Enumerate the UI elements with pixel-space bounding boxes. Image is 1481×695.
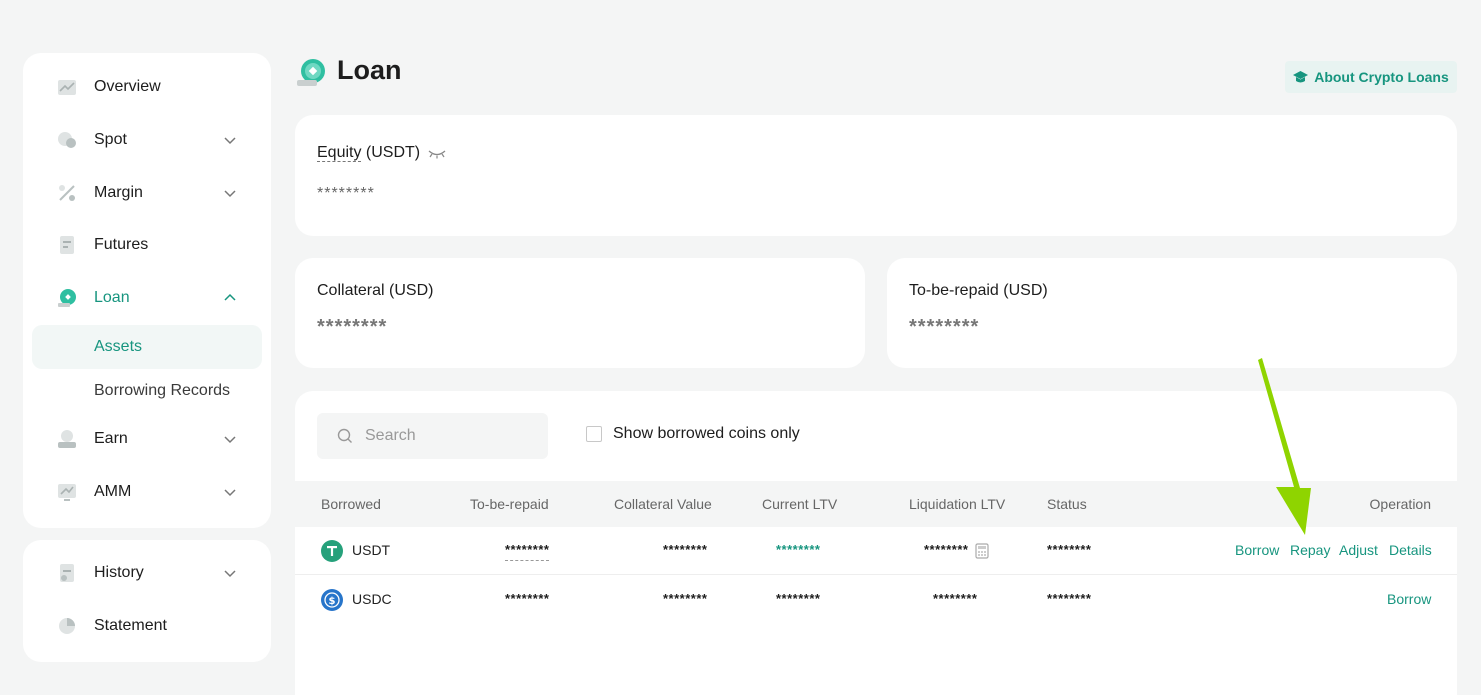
sidebar-item-label: Loan [94,289,130,306]
sidebar-item-label: Overview [94,78,161,95]
collateral-label: Collateral (USD) [317,282,434,299]
equity-label: Equity (USDT) [317,144,420,162]
collateral-value-cell: ******** [663,542,708,557]
table-row: USDT ******** ******** ******** ********… [295,527,1457,575]
repay-link[interactable]: Repay [1290,542,1330,558]
chevron-down-icon [224,489,236,497]
sidebar-item-spot[interactable]: Spot [23,120,271,160]
statement-icon [59,618,75,634]
sidebar-item-amm[interactable]: AMM [23,472,271,512]
column-header-to-be-repaid: To-be-repaid [470,496,549,512]
to-be-repaid-cell[interactable]: ******** [505,542,550,561]
sidebar-item-label: Statement [94,617,167,634]
sidebar-item-earn[interactable]: Earn [23,419,271,459]
collateral-card: Collateral (USD) ******** [295,258,865,368]
to-be-repaid-value: ******** [909,316,980,338]
chevron-down-icon [224,190,236,198]
sidebar-item-label: Earn [94,430,128,447]
calculator-icon[interactable] [975,543,989,559]
details-link[interactable]: Details [1389,542,1432,558]
equity-value: ******** [317,185,375,202]
graduation-cap-icon [1293,70,1309,82]
sidebar-subitem-label: Assets [94,338,143,355]
sidebar-item-label: Margin [94,184,143,201]
collateral-value-cell: ******** [663,591,708,606]
column-header-operation: Operation [1369,496,1431,512]
sidebar-item-label: History [94,564,144,581]
about-crypto-loans-button[interactable]: About Crypto Loans [1285,61,1457,93]
status-cell: ******** [1047,591,1092,606]
column-header-borrowed: Borrowed [321,496,381,512]
show-borrowed-only-label: Show borrowed coins only [613,425,800,442]
liquidation-ltv-cell: ******** [924,542,969,557]
svg-text:$: $ [329,596,336,607]
sidebar-subitem-borrowing-records[interactable]: Borrowing Records [32,369,262,413]
to-be-repaid-label: To-be-repaid (USD) [909,282,1048,299]
table-header: Borrowed To-be-repaid Collateral Value C… [295,481,1457,527]
current-ltv-cell: ******** [776,591,821,606]
page-title: Loan [337,55,402,85]
equity-card: Equity (USDT) ******** [295,115,1457,236]
sidebar-item-label: AMM [94,483,132,500]
loan-icon [58,289,76,307]
sidebar-item-label: Futures [94,236,149,253]
borrow-link[interactable]: Borrow [1235,542,1279,558]
coin-name: USDT [352,542,391,558]
column-header-liquidation-ltv: Liquidation LTV [909,496,1006,512]
sidebar-nav: Overview Spot Margin Futures Loan Assets… [23,53,271,528]
column-header-collateral-value: Collateral Value [614,496,712,512]
coin-name: USDC [352,591,392,607]
equity-unit: (USDT) [365,144,421,161]
about-crypto-loans-label: About Crypto Loans [1314,69,1449,85]
chart-icon [58,80,76,95]
show-borrowed-only-checkbox[interactable] [586,426,602,442]
chevron-down-icon [224,137,236,145]
assets-table-card: Show borrowed coins only Borrowed To-be-… [295,391,1457,695]
sidebar-secondary-nav: History Statement [23,540,271,662]
usdc-coin-icon: $ [321,589,343,611]
amm-icon [58,484,76,501]
usdt-coin-icon [321,540,343,562]
search-input[interactable] [365,427,525,445]
search-box [317,413,548,459]
show-borrowed-only-toggle[interactable]: Show borrowed coins only [586,425,800,443]
sidebar-item-overview[interactable]: Overview [23,67,271,107]
status-cell: ******** [1047,542,1092,557]
chevron-down-icon [224,570,236,578]
equity-term[interactable]: Equity [317,144,362,162]
current-ltv-cell: ******** [776,542,821,557]
table-row: $ USDC ******** ******** ******** ******… [295,576,1457,624]
adjust-link[interactable]: Adjust [1339,542,1378,558]
to-be-repaid-card: To-be-repaid (USD) ******** [887,258,1457,368]
sidebar-item-futures[interactable]: Futures [23,225,271,265]
sidebar-subitem-assets[interactable]: Assets [32,325,262,369]
sidebar-item-label: Spot [94,131,127,148]
coins-icon [58,132,76,148]
column-header-status: Status [1047,496,1087,512]
percent-icon [59,185,75,201]
borrow-link[interactable]: Borrow [1387,591,1431,607]
eye-closed-icon[interactable] [427,147,447,159]
search-icon [337,428,352,443]
earn-icon [58,430,76,448]
document-icon [60,236,74,254]
sidebar-item-margin[interactable]: Margin [23,173,271,213]
collateral-value: ******** [317,316,388,338]
history-icon [60,564,74,582]
to-be-repaid-cell: ******** [505,591,550,606]
liquidation-ltv-cell: ******** [933,591,978,606]
chevron-down-icon [224,436,236,444]
sidebar-item-loan[interactable]: Loan [23,278,271,318]
column-header-current-ltv: Current LTV [762,496,838,512]
sidebar-item-history[interactable]: History [23,553,271,593]
sidebar-subitem-label: Borrowing Records [94,382,231,399]
loan-logo-icon [297,59,325,86]
chevron-up-icon [224,293,236,301]
sidebar-item-statement[interactable]: Statement [23,606,271,646]
